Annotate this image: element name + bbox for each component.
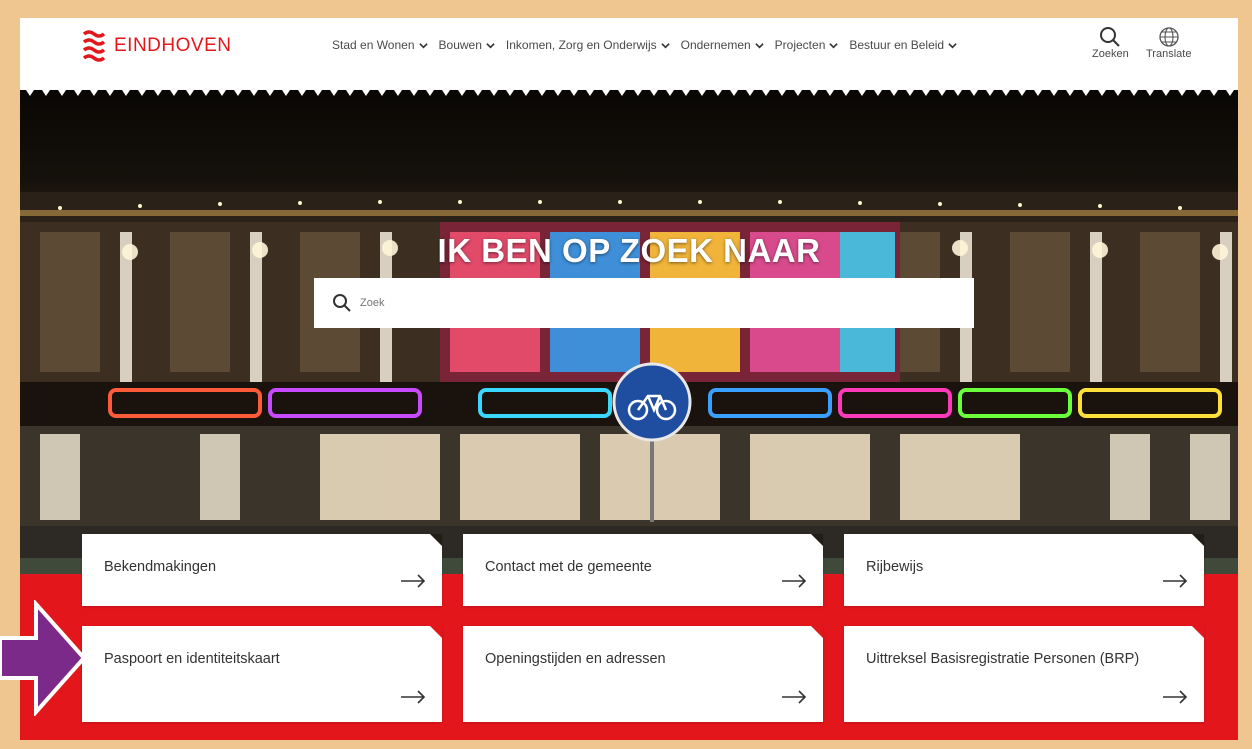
tile-contact-met-de-gemeente[interactable]: Contact met de gemeente [463, 534, 823, 606]
arrow-right-icon [782, 690, 807, 704]
tile-corner [430, 534, 442, 546]
chevron-down-icon [418, 42, 428, 48]
tile-openingstijden-en-adressen[interactable]: Openingstijden en adressen [463, 626, 823, 722]
nav-label: Bestuur en Beleid [849, 38, 945, 52]
translate-button[interactable]: Translate [1146, 26, 1191, 60]
search-box[interactable] [314, 278, 974, 328]
main-navigation: Stad en Wonen Bouwen Inkomen, Zorg en On… [332, 38, 968, 52]
tile-rijbewijs[interactable]: Rijbewijs [844, 534, 1204, 606]
annotation-arrow-icon [0, 600, 86, 716]
search-input[interactable] [358, 296, 962, 310]
tile-bekendmakingen[interactable]: Bekendmakingen [82, 534, 442, 606]
arrow-right-icon [1163, 690, 1188, 704]
chevron-down-icon [829, 42, 839, 48]
arrow-right-icon [401, 690, 426, 704]
nav-inkomen-zorg-onderwijs[interactable]: Inkomen, Zorg en Onderwijs [506, 38, 670, 52]
tile-uittreksel-brp[interactable]: Uittreksel Basisregistratie Personen (BR… [844, 626, 1204, 722]
tile-paspoort-en-identiteitskaart[interactable]: Paspoort en identiteitskaart [82, 626, 442, 722]
tile-corner [811, 534, 823, 546]
nav-ondernemen[interactable]: Ondernemen [681, 38, 764, 52]
chevron-down-icon [754, 42, 764, 48]
nav-label: Ondernemen [680, 38, 751, 52]
nav-label: Stad en Wonen [332, 38, 415, 52]
tile-label: Paspoort en identiteitskaart [104, 651, 280, 667]
site-header: EINDHOVEN Stad en Wonen Bouwen Inkomen, … [20, 18, 1238, 90]
nav-label: Bouwen [438, 38, 482, 52]
nav-projecten[interactable]: Projecten [775, 38, 839, 52]
hero-photo [20, 192, 1238, 574]
search-icon [333, 294, 351, 312]
tile-corner [1192, 626, 1204, 638]
tile-corner [811, 626, 823, 638]
nav-label: Projecten [774, 38, 826, 52]
nav-bestuur-en-beleid[interactable]: Bestuur en Beleid [849, 38, 957, 52]
tile-corner [430, 626, 442, 638]
translate-label: Translate [1146, 48, 1192, 60]
globe-icon [1159, 27, 1179, 47]
tile-label: Contact met de gemeente [485, 559, 652, 575]
browser-viewport: IK BEN OP ZOEK NAAR EINDHOVEN Stad en Wo… [20, 18, 1238, 740]
chevron-down-icon [486, 42, 495, 48]
tile-label: Rijbewijs [866, 559, 924, 575]
logo-text: EINDHOVEN [114, 35, 232, 56]
hero-title: IK BEN OP ZOEK NAAR [437, 232, 821, 269]
arrow-right-icon [782, 574, 807, 588]
hero-section: IK BEN OP ZOEK NAAR [20, 82, 1238, 574]
nav-stad-en-wonen[interactable]: Stad en Wonen [332, 38, 428, 52]
chevron-down-icon [660, 42, 670, 48]
tile-label: Openingstijden en adressen [485, 651, 666, 667]
zoeken-button[interactable]: Zoeken [1092, 26, 1129, 60]
nav-bouwen[interactable]: Bouwen [439, 38, 495, 52]
tile-label: Bekendmakingen [104, 559, 217, 575]
tile-corner [1192, 534, 1204, 546]
tile-label: Uittreksel Basisregistratie Personen (BR… [866, 651, 1140, 667]
city-logo-icon [82, 30, 106, 62]
nav-label: Inkomen, Zorg en Onderwijs [505, 38, 657, 52]
chevron-down-icon [948, 42, 957, 48]
search-icon [1100, 27, 1121, 47]
zoeken-label: Zoeken [1092, 48, 1129, 60]
eindhoven-logo[interactable]: EINDHOVEN [82, 28, 231, 64]
arrow-right-icon [1163, 574, 1188, 588]
arrow-right-icon [401, 574, 426, 588]
